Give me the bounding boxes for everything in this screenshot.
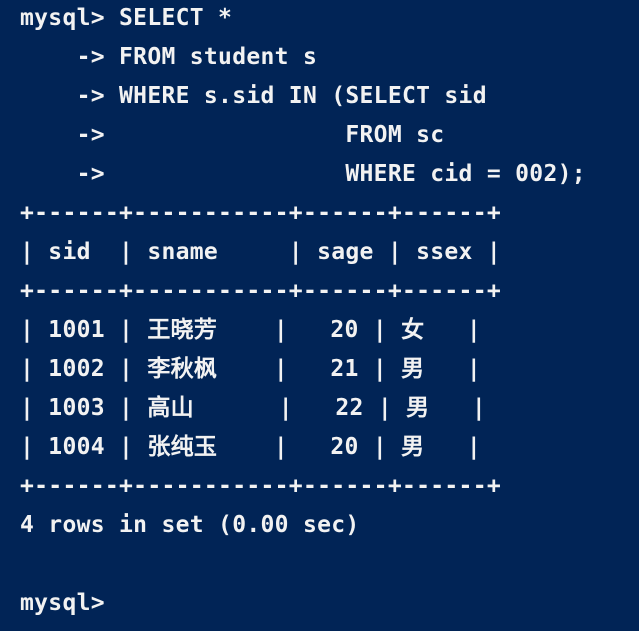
table-header-row: | sid | sname | sage | ssex |	[20, 239, 502, 265]
query-line-3: -> WHERE s.sid IN (SELECT sid	[20, 83, 487, 109]
table-row: | 1002 | 李秋枫 | 21 | 男 |	[20, 356, 482, 382]
query-line-5: -> WHERE cid = 002);	[20, 161, 586, 187]
table-row: | 1001 | 王晓芳 | 20 | 女 |	[20, 317, 482, 343]
result-summary: 4 rows in set (0.00 sec)	[20, 512, 360, 538]
table-border-bottom: +------+-----------+------+------+	[20, 473, 502, 499]
query-line-2: -> FROM student s	[20, 44, 318, 70]
terminal-window[interactable]: mysql> SELECT * -> FROM student s -> WHE…	[0, 0, 639, 631]
table-row: | 1004 | 张纯玉 | 20 | 男 |	[20, 434, 482, 460]
prompt-input[interactable]: mysql>	[20, 584, 105, 623]
table-border-mid: +------+-----------+------+------+	[20, 278, 502, 304]
table-row: | 1003 | 高山 | 22 | 男 |	[20, 395, 487, 421]
query-line-4: -> FROM sc	[20, 122, 445, 148]
query-line-1: mysql> SELECT *	[20, 5, 233, 31]
table-border-top: +------+-----------+------+------+	[20, 200, 502, 226]
